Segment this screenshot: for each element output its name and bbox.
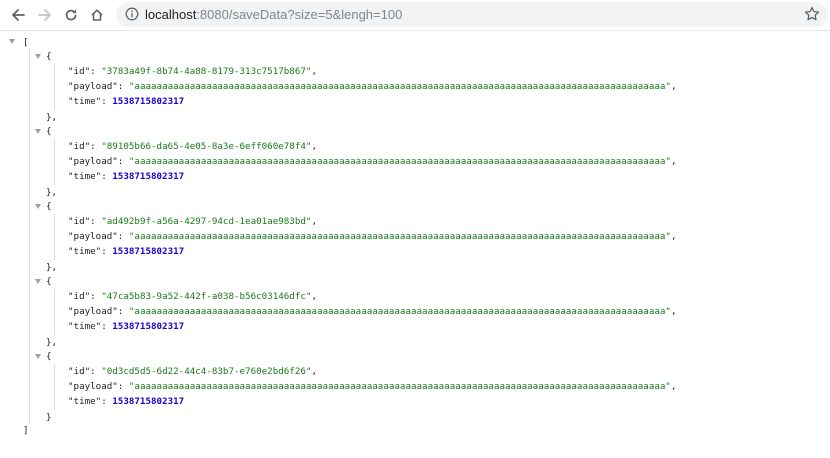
json-open-bracket: [: [23, 37, 29, 48]
comma: ,: [670, 81, 677, 92]
collapse-object-toggle[interactable]: [35, 279, 41, 284]
bookmark-star-icon[interactable]: [804, 6, 820, 22]
address-bar[interactable]: localhost:8080/saveData?size=5&lengh=100: [116, 2, 828, 27]
json-key: "payload":: [68, 156, 129, 167]
json-field-payload: "payload": "aaaaaaaaaaaaaaaaaaaaaaaaaaaa…: [68, 306, 677, 317]
object-close-brace: },: [46, 262, 58, 273]
forward-arrow-icon: [38, 9, 51, 21]
json-field-id: "id": "3783a49f-8b74-4a88-8179-313c7517b…: [68, 66, 317, 77]
url-host: localhost: [145, 7, 197, 22]
back-button[interactable]: [7, 4, 29, 26]
json-field-payload: "payload": "aaaaaaaaaaaaaaaaaaaaaaaaaaaa…: [68, 156, 677, 167]
json-field-time: "time": 1538715802317: [68, 321, 184, 332]
json-key: "payload":: [68, 81, 129, 92]
object-open-brace: {: [46, 276, 52, 287]
json-field-id: "id": "47ca5b83-9a52-442f-a038-b56c03146…: [68, 291, 317, 302]
json-field-time: "time": 1538715802317: [68, 96, 184, 107]
json-field-payload: "payload": "aaaaaaaaaaaaaaaaaaaaaaaaaaaa…: [68, 81, 677, 92]
comma: ,: [311, 141, 317, 152]
json-value-time: 1538715802317: [112, 321, 185, 332]
json-value-id: ad492b9f-a56a-4297-94cd-1ea01ae983bd: [106, 216, 306, 227]
json-key: "id":: [68, 291, 102, 302]
collapse-object-toggle[interactable]: [35, 129, 41, 134]
object-indent-guide: [54, 139, 55, 185]
object-indent-guide: [54, 364, 55, 410]
comma: ,: [670, 306, 677, 317]
comma: ,: [670, 156, 677, 167]
json-key: "payload":: [68, 231, 129, 242]
json-key: "time":: [68, 246, 113, 257]
reload-icon: [65, 9, 77, 21]
comma: ,: [311, 216, 317, 227]
json-value-payload: aaaaaaaaaaaaaaaaaaaaaaaaaaaaaaaaaaaaaaaa…: [134, 381, 666, 392]
collapse-object-toggle[interactable]: [35, 54, 41, 59]
back-arrow-icon: [12, 9, 25, 21]
json-value-time: 1538715802317: [112, 96, 185, 107]
object-close-brace: },: [46, 337, 58, 348]
comma: ,: [311, 291, 317, 302]
reload-button[interactable]: [60, 4, 82, 26]
comma: ,: [311, 66, 317, 77]
json-field-id: "id": "89105b66-da65-4e05-8a3e-6eff060e7…: [68, 141, 317, 152]
object-close-brace: },: [46, 187, 58, 198]
json-value-time: 1538715802317: [112, 396, 185, 407]
json-value-payload: aaaaaaaaaaaaaaaaaaaaaaaaaaaaaaaaaaaaaaaa…: [134, 231, 666, 242]
json-value-payload: aaaaaaaaaaaaaaaaaaaaaaaaaaaaaaaaaaaaaaaa…: [134, 156, 666, 167]
comma: ,: [311, 366, 317, 377]
json-value-time: 1538715802317: [112, 171, 185, 182]
json-key: "id":: [68, 216, 102, 227]
json-key: "id":: [68, 66, 102, 77]
json-field-time: "time": 1538715802317: [68, 246, 184, 257]
object-indent-guide: [54, 289, 55, 335]
json-field-id: "id": "ad492b9f-a56a-4297-94cd-1ea01ae98…: [68, 216, 317, 227]
json-value-payload: aaaaaaaaaaaaaaaaaaaaaaaaaaaaaaaaaaaaaaaa…: [134, 81, 666, 92]
comma: ,: [670, 381, 677, 392]
json-value-id: 47ca5b83-9a52-442f-a038-b56c03146dfc: [106, 291, 306, 302]
object-open-brace: {: [46, 351, 52, 362]
home-icon: [91, 9, 103, 21]
json-key: "time":: [68, 321, 113, 332]
home-button[interactable]: [86, 4, 108, 26]
json-field-payload: "payload": "aaaaaaaaaaaaaaaaaaaaaaaaaaaa…: [68, 231, 677, 242]
json-value-id: 89105b66-da65-4e05-8a3e-6eff060e78f4: [106, 141, 306, 152]
array-indent-guide: [29, 49, 30, 423]
json-key: "id":: [68, 366, 102, 377]
json-value-time: 1538715802317: [112, 246, 185, 257]
json-key: "time":: [68, 396, 113, 407]
url-text[interactable]: localhost:8080/saveData?size=5&lengh=100: [145, 7, 402, 22]
info-icon[interactable]: [125, 7, 139, 21]
object-open-brace: {: [46, 126, 52, 137]
object-open-brace: {: [46, 201, 52, 212]
json-field-time: "time": 1538715802317: [68, 396, 184, 407]
collapse-object-toggle[interactable]: [35, 204, 41, 209]
collapse-object-toggle[interactable]: [35, 354, 41, 359]
browser-toolbar: localhost:8080/saveData?size=5&lengh=100: [0, 0, 830, 31]
object-close-brace: },: [46, 112, 58, 123]
json-field-id: "id": "0d3cd5d5-6d22-44c4-83b7-e760e2bd6…: [68, 366, 317, 377]
object-close-brace: }: [46, 412, 52, 423]
object-indent-guide: [54, 64, 55, 110]
url-path: :8080/saveData?size=5&lengh=100: [196, 7, 403, 22]
forward-button[interactable]: [34, 4, 56, 26]
json-key: "payload":: [68, 306, 129, 317]
json-key: "time":: [68, 171, 113, 182]
json-value-payload: aaaaaaaaaaaaaaaaaaaaaaaaaaaaaaaaaaaaaaaa…: [134, 306, 666, 317]
json-field-payload: "payload": "aaaaaaaaaaaaaaaaaaaaaaaaaaaa…: [68, 381, 677, 392]
object-indent-guide: [54, 214, 55, 260]
json-key: "time":: [68, 96, 113, 107]
json-key: "payload":: [68, 381, 129, 392]
json-close-bracket: ]: [23, 425, 29, 436]
json-value-id: 0d3cd5d5-6d22-44c4-83b7-e760e2bd6f26: [106, 366, 306, 377]
json-field-time: "time": 1538715802317: [68, 171, 184, 182]
json-value-id: 3783a49f-8b74-4a88-8179-313c7517b867: [106, 66, 306, 77]
comma: ,: [670, 231, 677, 242]
collapse-array-toggle[interactable]: [9, 39, 15, 44]
object-open-brace: {: [46, 51, 52, 62]
json-viewer: [ { "id": "3783a49f-8b74-4a88-8179-313c75…: [0, 30, 830, 458]
json-key: "id":: [68, 141, 102, 152]
